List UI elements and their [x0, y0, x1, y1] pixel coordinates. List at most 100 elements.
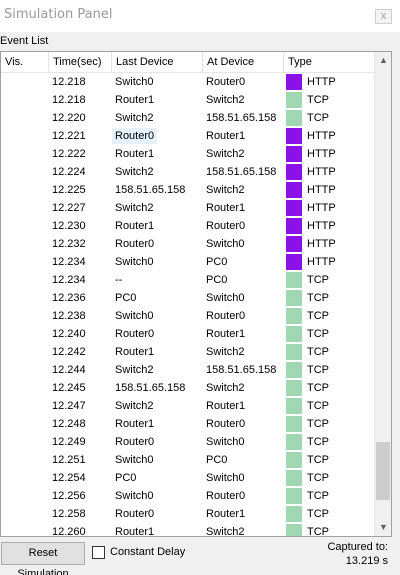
type-cell[interactable]: HTTP	[284, 217, 374, 235]
table-row[interactable]: 12.224 Switch2 158.51.65.158 HTTP	[1, 163, 374, 181]
table-row[interactable]: 12.247 Switch2 Router1 TCP	[1, 397, 374, 415]
type-color-swatch[interactable]	[286, 146, 302, 162]
column-header-at-device[interactable]: At Device	[203, 52, 284, 73]
constant-delay-label[interactable]: Constant Delay	[110, 546, 185, 559]
vertical-scrollbar[interactable]: ▲ ▼	[374, 52, 391, 536]
type-color-swatch[interactable]	[286, 452, 302, 468]
type-cell[interactable]: HTTP	[284, 181, 374, 199]
vis-cell[interactable]	[1, 361, 49, 379]
table-row[interactable]: 12.227 Switch2 Router1 HTTP	[1, 199, 374, 217]
vis-cell[interactable]	[1, 127, 49, 145]
vis-cell[interactable]	[1, 181, 49, 199]
vis-cell[interactable]	[1, 163, 49, 181]
vis-cell[interactable]	[1, 343, 49, 361]
vis-cell[interactable]	[1, 451, 49, 469]
table-row[interactable]: 12.218 Router1 Switch2 TCP	[1, 91, 374, 109]
type-color-swatch[interactable]	[286, 272, 302, 288]
type-cell[interactable]: TCP	[284, 523, 374, 536]
type-color-swatch[interactable]	[286, 344, 302, 360]
scroll-down-arrow-icon[interactable]: ▼	[375, 519, 391, 536]
column-header-vis[interactable]: Vis.	[1, 52, 49, 73]
table-row[interactable]: 12.251 Switch0 PC0 TCP	[1, 451, 374, 469]
reset-simulation-button[interactable]: Reset Simulation	[1, 542, 85, 575]
vis-cell[interactable]	[1, 469, 49, 487]
table-row[interactable]: 12.232 Router0 Switch0 HTTP	[1, 235, 374, 253]
table-row[interactable]: 12.256 Switch0 Router0 TCP	[1, 487, 374, 505]
table-row[interactable]: 12.220 Switch2 158.51.65.158 TCP	[1, 109, 374, 127]
table-row[interactable]: 12.234 Switch0 PC0 HTTP	[1, 253, 374, 271]
type-cell[interactable]: TCP	[284, 433, 374, 451]
type-cell[interactable]: HTTP	[284, 199, 374, 217]
type-cell[interactable]: TCP	[284, 415, 374, 433]
type-cell[interactable]: TCP	[284, 91, 374, 109]
type-cell[interactable]: HTTP	[284, 253, 374, 271]
type-color-swatch[interactable]	[286, 164, 302, 180]
vis-cell[interactable]	[1, 199, 49, 217]
type-cell[interactable]: TCP	[284, 343, 374, 361]
vis-cell[interactable]	[1, 73, 49, 91]
vis-cell[interactable]	[1, 109, 49, 127]
vis-cell[interactable]	[1, 505, 49, 523]
scroll-up-arrow-icon[interactable]: ▲	[375, 52, 391, 69]
type-color-swatch[interactable]	[286, 362, 302, 378]
type-cell[interactable]: HTTP	[284, 127, 374, 145]
close-button[interactable]: x	[375, 9, 392, 24]
vis-cell[interactable]	[1, 289, 49, 307]
type-cell[interactable]: HTTP	[284, 73, 374, 91]
constant-delay-checkbox[interactable]	[92, 546, 105, 559]
type-cell[interactable]: TCP	[284, 361, 374, 379]
table-row[interactable]: 12.240 Router0 Router1 TCP	[1, 325, 374, 343]
type-cell[interactable]: TCP	[284, 451, 374, 469]
type-cell[interactable]: TCP	[284, 505, 374, 523]
vis-cell[interactable]	[1, 307, 49, 325]
vis-cell[interactable]	[1, 379, 49, 397]
table-row[interactable]: 12.249 Router0 Switch0 TCP	[1, 433, 374, 451]
table-row[interactable]: 12.254 PC0 Switch0 TCP	[1, 469, 374, 487]
table-row[interactable]: 12.222 Router1 Switch2 HTTP	[1, 145, 374, 163]
vis-cell[interactable]	[1, 271, 49, 289]
scrollbar-thumb[interactable]	[376, 442, 390, 500]
type-cell[interactable]: TCP	[284, 325, 374, 343]
table-row[interactable]: 12.230 Router1 Router0 HTTP	[1, 217, 374, 235]
table-row[interactable]: 12.225 158.51.65.158 Switch2 HTTP	[1, 181, 374, 199]
table-row[interactable]: 12.258 Router0 Router1 TCP	[1, 505, 374, 523]
type-color-swatch[interactable]	[286, 74, 302, 90]
table-row[interactable]: 12.244 Switch2 158.51.65.158 TCP	[1, 361, 374, 379]
type-cell[interactable]: HTTP	[284, 163, 374, 181]
type-cell[interactable]: TCP	[284, 271, 374, 289]
type-cell[interactable]: TCP	[284, 109, 374, 127]
table-row[interactable]: 12.218 Switch0 Router0 HTTP	[1, 73, 374, 91]
type-cell[interactable]: TCP	[284, 469, 374, 487]
vis-cell[interactable]	[1, 253, 49, 271]
type-color-swatch[interactable]	[286, 254, 302, 270]
type-cell[interactable]: TCP	[284, 379, 374, 397]
vis-cell[interactable]	[1, 523, 49, 536]
event-list[interactable]: Vis. Time(sec) Last Device At Device Typ…	[0, 51, 392, 537]
type-color-swatch[interactable]	[286, 506, 302, 522]
column-header-time[interactable]: Time(sec)	[49, 52, 112, 73]
type-color-swatch[interactable]	[286, 236, 302, 252]
type-color-swatch[interactable]	[286, 398, 302, 414]
vis-cell[interactable]	[1, 91, 49, 109]
type-cell[interactable]: TCP	[284, 487, 374, 505]
type-color-swatch[interactable]	[286, 470, 302, 486]
type-color-swatch[interactable]	[286, 380, 302, 396]
vis-cell[interactable]	[1, 433, 49, 451]
type-color-swatch[interactable]	[286, 128, 302, 144]
type-color-swatch[interactable]	[286, 416, 302, 432]
type-color-swatch[interactable]	[286, 290, 302, 306]
type-color-swatch[interactable]	[286, 524, 302, 536]
type-color-swatch[interactable]	[286, 218, 302, 234]
vis-cell[interactable]	[1, 325, 49, 343]
table-row[interactable]: 12.234 -- PC0 TCP	[1, 271, 374, 289]
type-color-swatch[interactable]	[286, 182, 302, 198]
type-cell[interactable]: TCP	[284, 289, 374, 307]
type-color-swatch[interactable]	[286, 308, 302, 324]
table-row[interactable]: 12.242 Router1 Switch2 TCP	[1, 343, 374, 361]
column-header-last-device[interactable]: Last Device	[112, 52, 203, 73]
table-row[interactable]: 12.236 PC0 Switch0 TCP	[1, 289, 374, 307]
vis-cell[interactable]	[1, 145, 49, 163]
type-cell[interactable]: HTTP	[284, 145, 374, 163]
type-cell[interactable]: HTTP	[284, 235, 374, 253]
type-color-swatch[interactable]	[286, 92, 302, 108]
